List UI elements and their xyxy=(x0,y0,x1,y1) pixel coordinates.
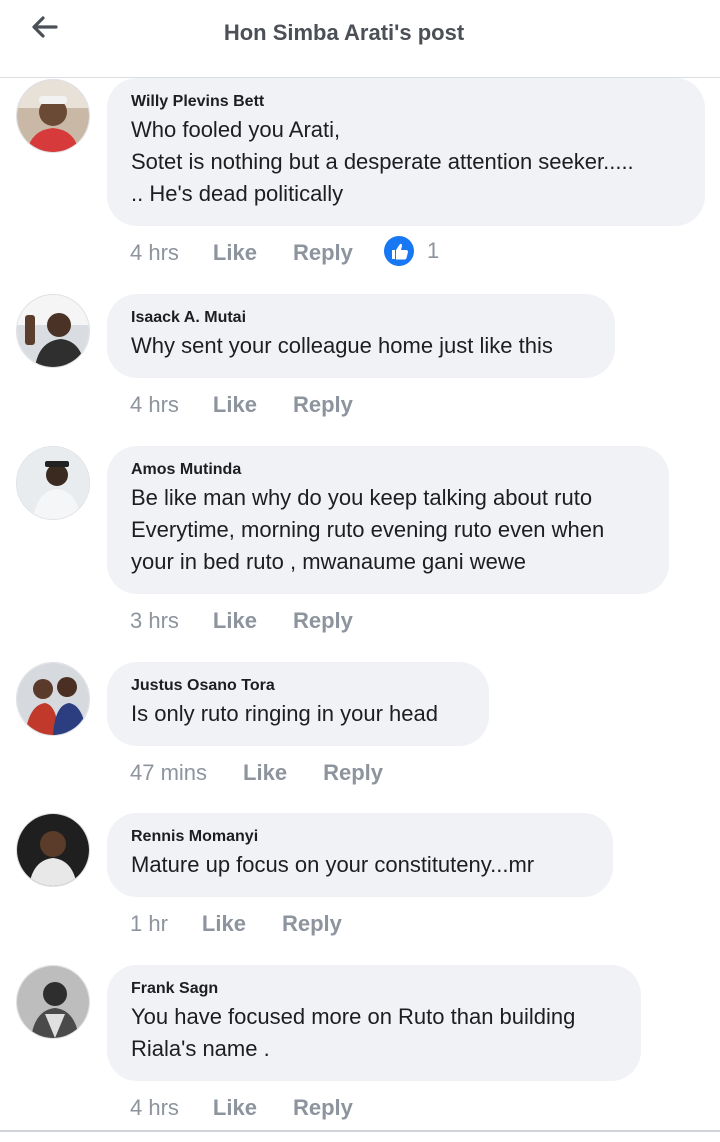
comment-actions: 4 hrs Like Reply xyxy=(130,1093,353,1123)
comment-bubble: Rennis Momanyi Mature up focus on your c… xyxy=(107,813,613,897)
comment-line: your in bed ruto , mwanaume gani wewe xyxy=(131,549,526,574)
reply-button[interactable]: Reply xyxy=(293,1095,353,1121)
comment-line: Why sent your colleague home just like t… xyxy=(131,333,553,358)
like-button[interactable]: Like xyxy=(213,1095,257,1121)
comment-line: Who fooled you Arati, xyxy=(131,117,341,142)
comment-text: Why sent your colleague home just like t… xyxy=(131,330,591,362)
reaction-summary[interactable]: 1 xyxy=(383,235,439,267)
comment-time: 4 hrs xyxy=(130,240,179,265)
comment-line: Everytime, morning ruto evening ruto eve… xyxy=(131,517,605,542)
like-button[interactable]: Like xyxy=(213,392,257,418)
comment-actions: 3 hrs Like Reply xyxy=(130,606,353,636)
avatar[interactable] xyxy=(16,813,90,887)
reply-button[interactable]: Reply xyxy=(293,392,353,418)
comment-line: Riala's name . xyxy=(131,1036,270,1061)
comment-line: .. He's dead politically xyxy=(131,181,344,206)
comment-author[interactable]: Justus Osano Tora xyxy=(131,676,465,696)
comment-author[interactable]: Amos Mutinda xyxy=(131,460,645,480)
like-button[interactable]: Like xyxy=(243,760,287,786)
avatar[interactable] xyxy=(16,446,90,520)
comment-line: You have focused more on Ruto than build… xyxy=(131,1004,576,1029)
comment-bubble: Willy Plevins Bett Who fooled you Arati,… xyxy=(107,78,705,226)
comment-time: 1 hr xyxy=(130,911,168,936)
comment-text: Mature up focus on your constituteny...m… xyxy=(131,849,589,881)
reply-button[interactable]: Reply xyxy=(293,240,353,266)
comment-actions: 4 hrs Like Reply xyxy=(130,238,353,268)
like-button[interactable]: Like xyxy=(213,240,257,266)
avatar[interactable] xyxy=(16,965,90,1039)
avatar[interactable] xyxy=(16,662,90,736)
comment-author[interactable]: Rennis Momanyi xyxy=(131,827,589,847)
comment-actions: 47 mins Like Reply xyxy=(130,758,383,788)
reaction-count: 1 xyxy=(427,238,440,263)
comment-bubble: Justus Osano Tora Is only ruto ringing i… xyxy=(107,662,489,746)
comment-time: 47 mins xyxy=(130,760,208,785)
comment-time: 4 hrs xyxy=(130,1095,179,1120)
reply-button[interactable]: Reply xyxy=(323,760,383,786)
comment-text: You have focused more on Ruto than build… xyxy=(131,1001,617,1065)
like-button[interactable]: Like xyxy=(213,608,257,634)
comment-text: Who fooled you Arati, Sotet is nothing b… xyxy=(131,114,681,210)
comment-text: Is only ruto ringing in your head xyxy=(131,698,465,730)
comment-line: Sotet is nothing but a desperate attenti… xyxy=(131,149,634,174)
reply-button[interactable]: Reply xyxy=(293,608,353,634)
thumbs-up-icon xyxy=(384,236,414,266)
avatar[interactable] xyxy=(16,294,90,368)
comment-line: Is only ruto ringing in your head xyxy=(131,701,438,726)
comment-time: 3 hrs xyxy=(130,608,179,633)
comment-actions: 1 hr Like Reply xyxy=(130,909,342,939)
comment-text: Be like man why do you keep talking abou… xyxy=(131,482,645,578)
comment-author[interactable]: Willy Plevins Bett xyxy=(131,92,681,112)
comment-line: Be like man why do you keep talking abou… xyxy=(131,485,593,510)
comment-author[interactable]: Frank Sagn xyxy=(131,979,617,999)
comment-bubble: Amos Mutinda Be like man why do you keep… xyxy=(107,446,669,594)
comment-bubble: Isaack A. Mutai Why sent your colleague … xyxy=(107,294,615,378)
avatar[interactable] xyxy=(16,79,90,153)
comment-line: Mature up focus on your constituteny...m… xyxy=(131,852,535,877)
comment-time: 4 hrs xyxy=(130,392,179,417)
page-title: Hon Simba Arati's post xyxy=(223,20,465,45)
divider xyxy=(0,1130,720,1132)
like-button[interactable]: Like xyxy=(202,911,246,937)
top-bar: Hon Simba Arati's post xyxy=(0,0,720,78)
comment-actions: 4 hrs Like Reply xyxy=(130,390,353,420)
comment-author[interactable]: Isaack A. Mutai xyxy=(131,308,591,328)
reply-button[interactable]: Reply xyxy=(282,911,342,937)
comment-bubble: Frank Sagn You have focused more on Ruto… xyxy=(107,965,641,1081)
